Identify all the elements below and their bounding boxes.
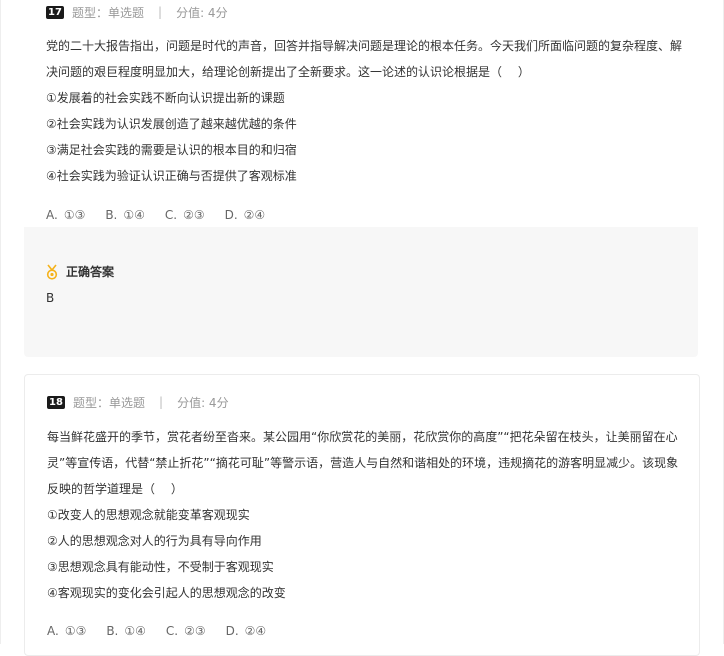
statement-1: ①改变人的思想观念就能变革客观现实 (47, 508, 250, 522)
answer-title-text: 正确答案 (66, 265, 115, 279)
medal-icon (46, 264, 58, 280)
option-letter: D. (224, 208, 238, 222)
type-value: 单选题 (108, 5, 145, 20)
option-d[interactable]: D. ②④ (225, 208, 266, 222)
score-label: 分值: 4分 (176, 5, 228, 20)
type-label: 题型： (72, 5, 109, 20)
option-b[interactable]: B. ①④ (106, 624, 146, 638)
statement-3: ③满足社会实践的需要是认识的根本目的和归宿 (46, 143, 297, 157)
option-a[interactable]: A. ①③ (47, 624, 86, 638)
question-number-badge: 17 (46, 5, 64, 19)
option-letter: B. (106, 624, 119, 638)
option-c[interactable]: C. ②③ (166, 624, 206, 638)
type-value: 单选题 (109, 395, 146, 410)
question-stem: 每当鲜花盛开的季节，赏花者纷至沓来。某公园用“你欣赏花的美丽，花欣赏你的高度”“… (47, 424, 687, 606)
option-letter: C. (164, 208, 178, 222)
question-meta: 17 题型： 单选题 | 分值: 4分 (46, 1, 228, 23)
option-letter: D. (225, 624, 239, 638)
meta-separator: | (159, 395, 164, 409)
stem-text: 每当鲜花盛开的季节，赏花者纷至沓来。某公园用“你欣赏花的美丽，花欣赏你的高度”“… (47, 430, 679, 496)
question-stem: 党的二十大报告指出，问题是时代的声音，回答并指导解决问题是理论的根本任务。今天我… (46, 33, 686, 189)
option-value: ②③ (183, 208, 205, 222)
option-value: ②③ (184, 624, 206, 638)
answer-value: B (46, 291, 55, 305)
left-border (0, 0, 1, 644)
answer-options: A. ①③ B. ①④ C. ②③ D. ②④ (47, 624, 266, 638)
option-value: ①③ (64, 624, 87, 638)
statement-2: ②人的思想观念对人的行为具有导向作用 (47, 534, 262, 548)
option-c[interactable]: C. ②③ (165, 208, 205, 222)
option-value: ①④ (124, 624, 146, 638)
option-letter: A. (46, 208, 58, 222)
option-value: ②④ (244, 624, 267, 638)
option-letter: A. (47, 624, 59, 638)
statement-2: ②社会实践为认识发展创造了越来越优越的条件 (46, 117, 297, 131)
option-d[interactable]: D. ②④ (226, 624, 267, 638)
statement-1: ①发展着的社会实践不断向认识提出新的课题 (46, 91, 285, 105)
option-value: ①③ (63, 208, 86, 222)
option-a[interactable]: A. ①③ (46, 208, 85, 222)
answer-title: 正确答案 (45, 263, 114, 280)
option-letter: B. (105, 208, 118, 222)
statement-4: ④社会实践为验证认识正确与否提供了客观标准 (46, 169, 297, 183)
stem-text: 党的二十大报告指出，问题是时代的声音，回答并指导解决问题是理论的根本任务。今天我… (46, 39, 683, 79)
question-number-badge: 18 (47, 395, 65, 409)
option-b[interactable]: B. ①④ (105, 208, 145, 222)
question-meta: 18 题型： 单选题 | 分值: 4分 (47, 391, 229, 413)
option-value: ②④ (243, 208, 266, 222)
question-card-18: 18 题型： 单选题 | 分值: 4分 每当鲜花盛开的季节，赏花者纷至沓来。某公… (24, 374, 700, 656)
answer-options: A. ①③ B. ①④ C. ②③ D. ②④ (46, 208, 265, 222)
answer-panel: 正确答案 B (24, 227, 698, 357)
statement-3: ③思想观念具有能动性，不受制于客观现实 (47, 560, 274, 574)
option-letter: C. (165, 624, 179, 638)
type-label: 题型： (73, 395, 110, 410)
meta-separator: | (158, 5, 163, 19)
question-card-17: 17 题型： 单选题 | 分值: 4分 党的二十大报告指出，问题是时代的声音，回… (24, 0, 698, 357)
statement-4: ④客观现实的变化会引起人的思想观念的改变 (47, 586, 286, 600)
option-value: ①④ (123, 208, 145, 222)
score-label: 分值: 4分 (177, 395, 229, 410)
